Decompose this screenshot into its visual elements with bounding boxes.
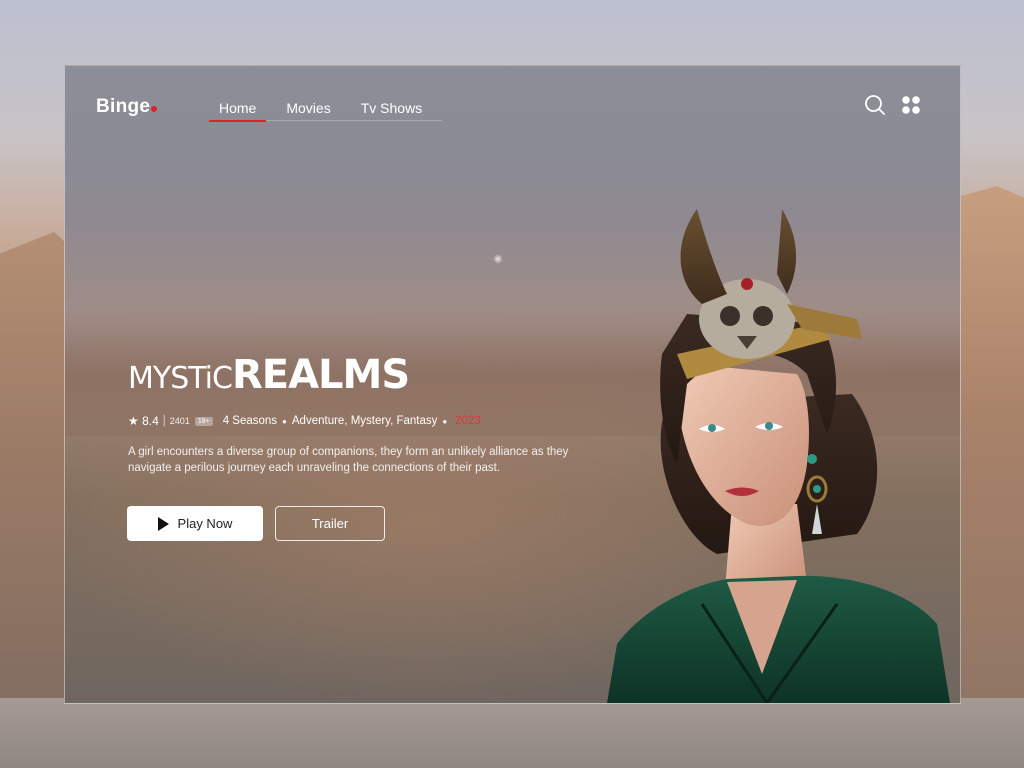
rating: ★ 8.4 bbox=[128, 414, 159, 428]
play-now-label: Play Now bbox=[177, 516, 233, 531]
age-badge: 18+ bbox=[194, 416, 213, 426]
character-illustration bbox=[607, 209, 950, 703]
nav-item-movies[interactable]: Movies bbox=[276, 98, 340, 120]
bullet-separator: ● bbox=[442, 416, 448, 426]
background-ground bbox=[0, 698, 1024, 768]
search-icon[interactable] bbox=[864, 94, 886, 116]
seasons: 4 Seasons bbox=[222, 415, 278, 427]
header-icons bbox=[864, 94, 922, 116]
hero-frame: Binge Home Movies Tv Shows MYSTiCREALMS … bbox=[64, 65, 961, 704]
show-title-part1: MYSTiC bbox=[128, 361, 233, 396]
genres: Adventure, Mystery, Fantasy bbox=[291, 415, 438, 427]
main-nav: Home Movies Tv Shows bbox=[209, 98, 443, 122]
bullet-separator: ● bbox=[282, 416, 287, 426]
trailer-label: Trailer bbox=[311, 516, 349, 531]
grid-menu-icon[interactable] bbox=[900, 94, 922, 116]
play-icon bbox=[157, 516, 169, 531]
play-now-button[interactable]: Play Now bbox=[127, 506, 263, 541]
show-title-part2: REALMS bbox=[231, 352, 410, 398]
logo[interactable]: Binge bbox=[96, 96, 158, 118]
logo-text: Binge bbox=[96, 96, 151, 117]
show-meta: ★ 8.4 | 2401 18+ 4 Seasons ● Adventure, … bbox=[128, 414, 481, 428]
moon bbox=[493, 254, 503, 264]
meta-separator: | bbox=[162, 415, 166, 427]
nav-item-tv-shows[interactable]: Tv Shows bbox=[351, 98, 432, 120]
show-description: A girl encounters a diverse group of com… bbox=[128, 446, 569, 474]
trailer-button[interactable]: Trailer bbox=[275, 506, 385, 541]
logo-dot bbox=[151, 106, 158, 112]
show-title: MYSTiCREALMS bbox=[128, 352, 410, 398]
nav-item-home[interactable]: Home bbox=[209, 98, 267, 122]
release-year: 2023 bbox=[455, 415, 481, 427]
vote-count: 2401 bbox=[169, 416, 190, 426]
